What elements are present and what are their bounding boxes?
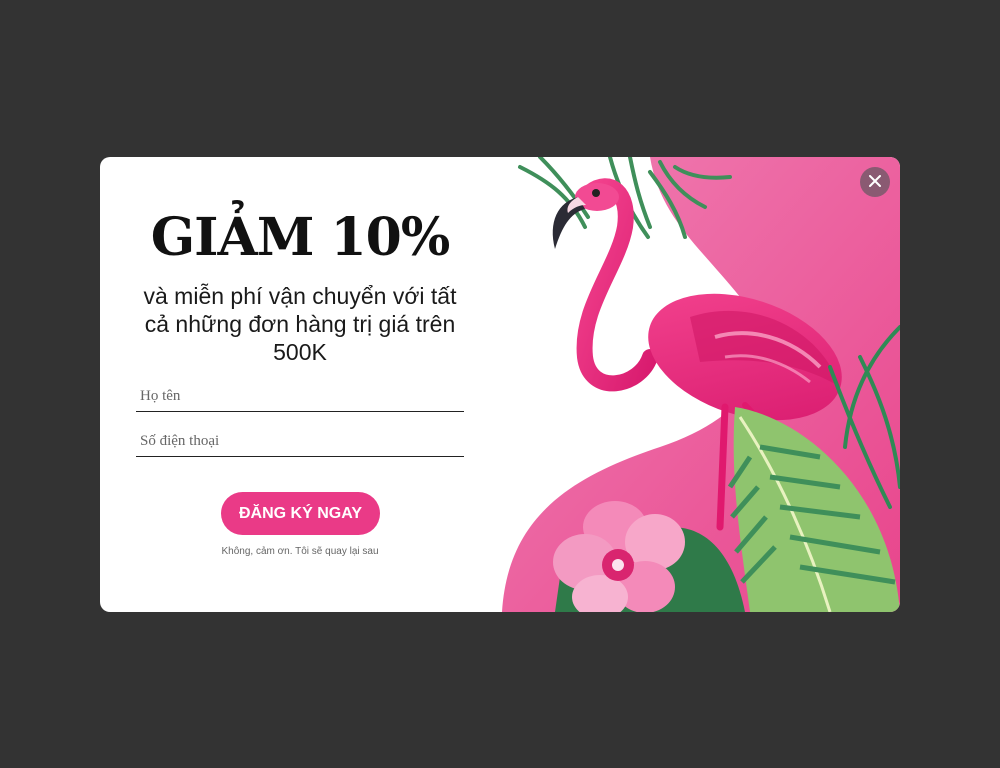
flamingo-tropical-illustration <box>500 157 900 612</box>
popup-headline: GIẢM 10% <box>150 207 451 268</box>
close-button[interactable] <box>860 167 890 197</box>
signup-popup: GIẢM 10% và miễn phí vận chuyển với tất … <box>100 157 900 612</box>
signup-form: GIẢM 10% và miễn phí vận chuyển với tất … <box>100 157 500 612</box>
name-field[interactable] <box>136 382 464 412</box>
decline-link[interactable]: Không, cảm ơn. Tôi sẽ quay lại sau <box>100 546 500 557</box>
close-icon <box>869 174 881 190</box>
phone-field[interactable] <box>136 427 464 457</box>
register-button[interactable]: ĐĂNG KÝ NGAY <box>221 492 380 535</box>
popup-subtitle: và miễn phí vận chuyển với tất cả những … <box>143 283 457 365</box>
